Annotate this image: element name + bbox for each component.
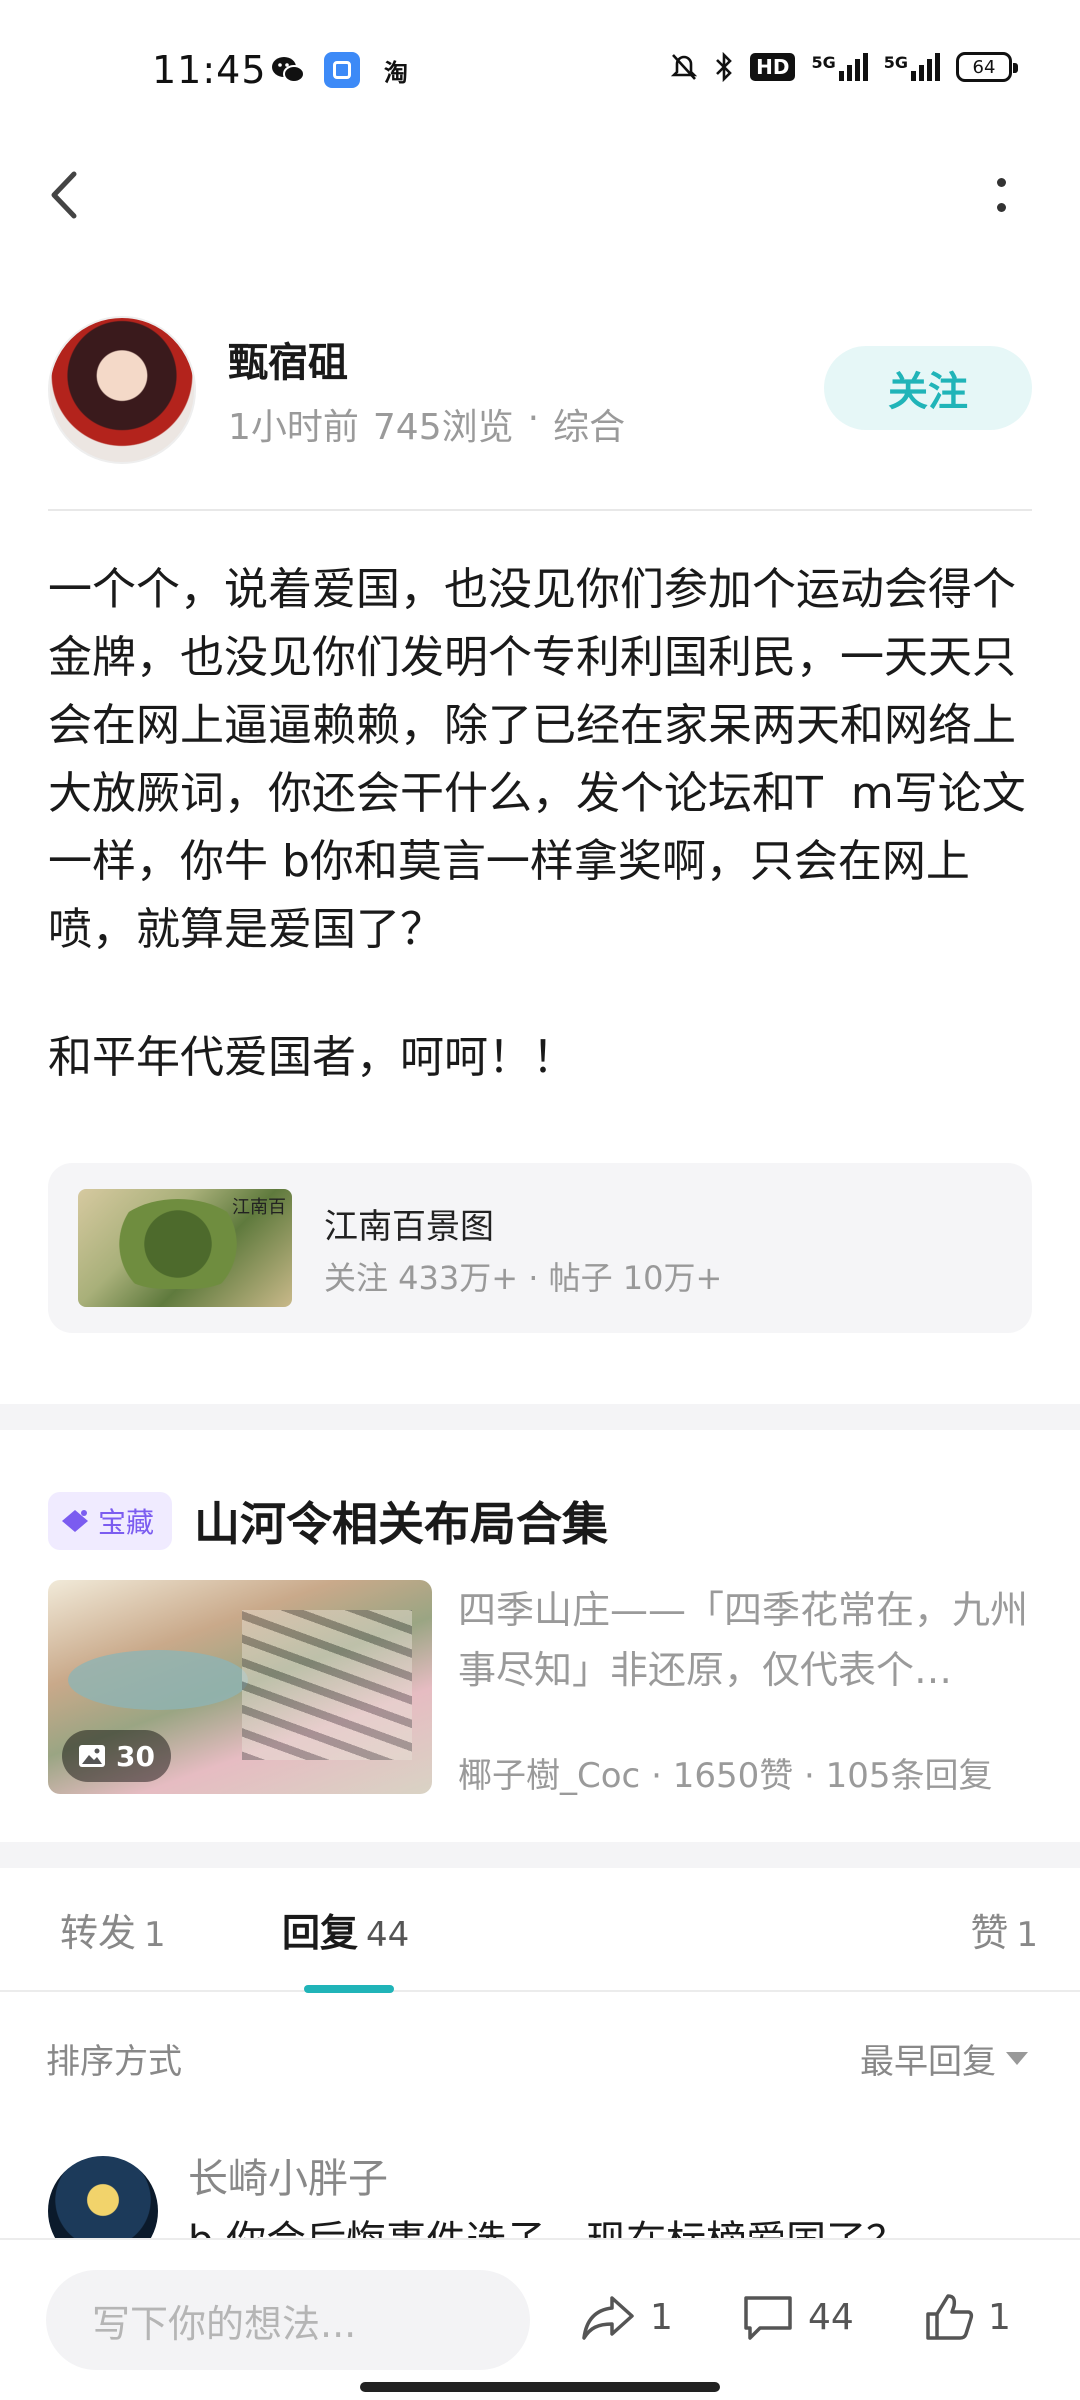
- signal-icon: 5G: [811, 53, 868, 81]
- active-tab-indicator: [304, 1985, 394, 1993]
- section-separator: [0, 1842, 1080, 1868]
- tab-forward-count: 1: [144, 1915, 166, 1955]
- tab-forward-label: 转发: [60, 1911, 137, 1955]
- like-button[interactable]: 1: [924, 2292, 1011, 2342]
- post-time: 1小时前: [228, 407, 359, 448]
- status-time: 11:45: [152, 48, 267, 92]
- author-name[interactable]: 甄宿砠: [228, 330, 348, 388]
- network-type-2: 5G: [883, 53, 908, 72]
- post-content: 一个个，说着爱国，也没见你们参加个运动会得个金牌，也没见你们发明个专利利国利民，…: [48, 556, 1032, 1092]
- collection-description[interactable]: 四季山庄——「四季花常在，九州事尽知」非还原，仅代表个…: [458, 1580, 1038, 1700]
- battery-icon: 64: [956, 52, 1018, 82]
- tab-forward[interactable]: 转发 1: [60, 1902, 166, 1957]
- more-dot-icon: [996, 203, 1006, 212]
- mute-bell-icon: [670, 54, 698, 80]
- comment-text[interactable]: b 你会后悔事件选子，现在标榜爱国了？: [188, 2218, 1028, 2240]
- treasure-badge-label: 宝藏: [98, 1506, 155, 1539]
- collection-likes: 1650赞: [672, 1756, 794, 1796]
- forum-card[interactable]: 江南百 江南百景图 关注 433万+ · 帖子 10万+: [48, 1163, 1032, 1333]
- collection-meta: 椰子樹_Coc · 1650赞 · 105条回复: [458, 1748, 993, 1797]
- comment-username[interactable]: 长崎小胖子: [188, 2146, 388, 2204]
- meta-separator: ·: [651, 1756, 662, 1796]
- caret-down-icon: [1006, 2052, 1028, 2065]
- share-icon: [582, 2296, 634, 2340]
- divider: [48, 509, 1032, 511]
- app-square-icon: [324, 52, 360, 88]
- sort-value: 最早回复: [860, 2042, 996, 2082]
- forum-thumb-text: 江南百: [232, 1197, 286, 1218]
- taobao-icon: 淘: [384, 58, 408, 87]
- image-icon: [79, 1745, 105, 1767]
- signal-icon: 5G: [884, 53, 940, 81]
- hd-icon: HD: [750, 53, 796, 81]
- more-dot-icon: [996, 178, 1006, 187]
- comment-button[interactable]: 44: [742, 2292, 854, 2342]
- meta-separator: ·: [527, 398, 540, 439]
- collection-thumbnail[interactable]: 30: [48, 1580, 432, 1794]
- thumbs-up-icon: [926, 2294, 974, 2340]
- post-category[interactable]: 综合: [553, 398, 625, 450]
- forum-stats: 关注 433万+ · 帖子 10万+: [324, 1259, 723, 1297]
- tab-reply[interactable]: 回复 44: [282, 1902, 409, 1957]
- more-options-button[interactable]: [986, 170, 1016, 220]
- share-count: 1: [650, 2296, 673, 2338]
- post-paragraph: 一个个，说着爱国，也没见你们参加个运动会得个金牌，也没见你们发明个专利利国利民，…: [48, 564, 1026, 955]
- treasure-badge: 宝藏: [48, 1492, 173, 1550]
- section-separator: [0, 1404, 1080, 1430]
- comment-icon: [744, 2296, 792, 2340]
- author-avatar[interactable]: [48, 316, 196, 464]
- system-status-icons: HD 5G 5G 64: [670, 52, 1018, 82]
- interaction-tabs: 转发 1 回复 44 赞1: [0, 1868, 1080, 1992]
- forum-thumbnail: 江南百: [78, 1189, 292, 1307]
- post-meta: 1小时前 745浏览 · 综合: [228, 398, 625, 450]
- collection-author: 椰子樹_Coc: [458, 1756, 641, 1796]
- image-count-badge: 30: [62, 1730, 171, 1782]
- tab-like[interactable]: 赞1: [970, 1902, 1038, 1957]
- meta-separator: ·: [804, 1756, 815, 1796]
- back-button[interactable]: [40, 160, 90, 230]
- post-paragraph: 和平年代爱国者，呵呵！！: [48, 1032, 576, 1083]
- follow-button[interactable]: 关注: [824, 346, 1032, 430]
- forum-name: 江南百景图: [324, 1207, 494, 1247]
- diamond-icon: [62, 1510, 88, 1532]
- sort-label: 排序方式: [46, 2042, 182, 2082]
- like-count: 1: [988, 2296, 1011, 2338]
- bluetooth-icon: [716, 52, 732, 82]
- collection-replies: 105条回复: [825, 1756, 993, 1796]
- tab-reply-label: 回复: [282, 1911, 359, 1955]
- collection-title[interactable]: 山河令相关布局合集: [194, 1488, 608, 1554]
- wechat-icon: [270, 52, 306, 88]
- network-type-1: 5G: [811, 53, 836, 72]
- sort-dropdown[interactable]: 最早回复: [860, 2034, 1028, 2083]
- share-button[interactable]: 1: [580, 2292, 673, 2342]
- reply-input[interactable]: 写下你的想法...: [46, 2270, 530, 2370]
- post-views: 745浏览: [372, 407, 514, 448]
- tab-like-label: 赞: [970, 1911, 1009, 1955]
- image-count: 30: [116, 1739, 155, 1773]
- tab-reply-count: 44: [366, 1915, 410, 1955]
- bottom-action-bar: 写下你的想法... 1 44 1: [0, 2238, 1080, 2400]
- comment-count: 44: [808, 2296, 854, 2338]
- notification-icons: 淘: [270, 52, 414, 88]
- tab-like-count: 1: [1016, 1915, 1038, 1955]
- chevron-left-icon: [51, 171, 77, 219]
- home-indicator[interactable]: [360, 2382, 720, 2392]
- status-bar: 11:45 淘 HD 5G 5G 64: [0, 0, 1080, 140]
